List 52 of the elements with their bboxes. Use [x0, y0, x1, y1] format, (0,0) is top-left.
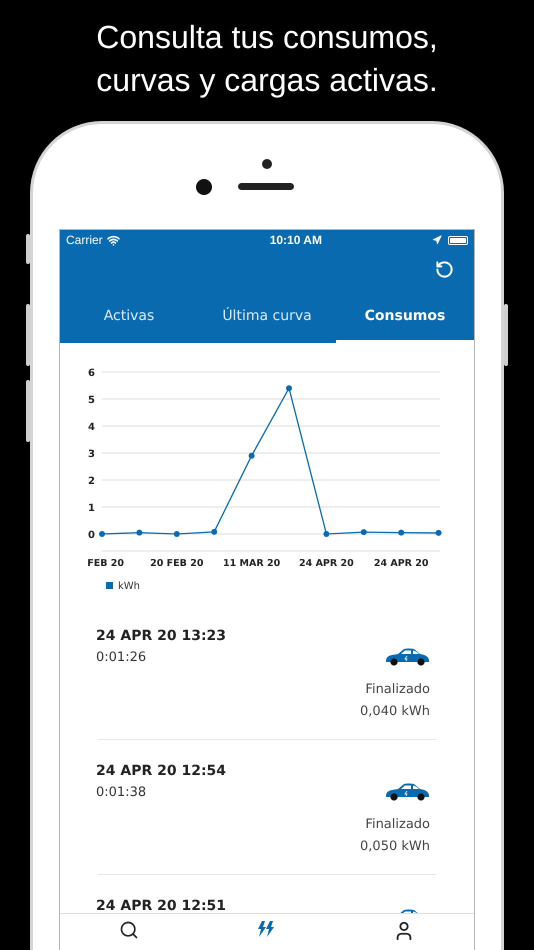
legend-swatch	[106, 582, 113, 589]
y-axis-label: 0	[88, 530, 95, 541]
wifi-icon	[106, 234, 120, 246]
data-point	[436, 530, 442, 536]
session-energy: 0,040 kWh	[360, 703, 430, 721]
carrier-label: Carrier	[66, 233, 103, 247]
y-axis-label: 5	[88, 395, 95, 406]
camera-dot	[262, 158, 272, 168]
data-point	[99, 531, 105, 537]
location-icon	[432, 235, 442, 245]
session-duration: 0:01:38	[96, 784, 146, 800]
car-icon	[384, 782, 430, 802]
data-point	[136, 530, 142, 536]
status-time: 10:10 AM	[270, 233, 322, 247]
speaker-grille	[238, 183, 294, 190]
session-duration: 0:01:26	[96, 650, 146, 664]
search-icon	[118, 920, 139, 940]
legend-label: kWh	[118, 581, 140, 592]
session-date: 24 APR 20 12:51	[96, 897, 228, 913]
tab-bar-item[interactable]	[118, 920, 139, 940]
session-status: Finalizado	[365, 681, 430, 699]
y-axis-label: 4	[88, 422, 95, 433]
y-axis-label: 1	[88, 503, 95, 514]
lightning-icon	[256, 920, 276, 938]
battery-icon	[448, 236, 468, 244]
x-axis-label: 24 APR 20	[374, 558, 429, 569]
data-point	[398, 530, 404, 536]
x-axis-label: 24 APR 20	[299, 558, 354, 569]
tab[interactable]: Activas	[60, 289, 198, 343]
refresh-button[interactable]	[435, 260, 454, 279]
data-point	[174, 531, 180, 537]
session-date: 24 APR 20 13:23	[96, 627, 228, 645]
tab[interactable]: Consumos	[336, 289, 474, 343]
x-axis-label: 11 MAR 20	[223, 558, 280, 569]
headline: curvas y cargas activas.	[96, 61, 438, 100]
y-axis-label: 6	[88, 368, 95, 379]
x-axis-label: FEB 20	[87, 558, 124, 569]
y-axis-label: 2	[88, 476, 95, 487]
data-point	[248, 452, 255, 459]
data-point	[286, 385, 292, 392]
car-icon	[384, 647, 430, 667]
data-point	[211, 528, 218, 535]
session-date: 24 APR 20 12:54	[96, 762, 228, 780]
camera-lens	[196, 178, 212, 194]
y-axis-label: 3	[88, 449, 95, 460]
session-energy: 0,050 kWh	[360, 838, 430, 856]
data-point	[360, 529, 367, 536]
headline: Consulta tus consumos,	[96, 18, 438, 57]
data-point	[323, 531, 330, 537]
session-status: Finalizado	[365, 816, 430, 834]
tab[interactable]: Última curva	[198, 289, 336, 343]
x-axis-label: 20 FEB 20	[150, 558, 204, 569]
